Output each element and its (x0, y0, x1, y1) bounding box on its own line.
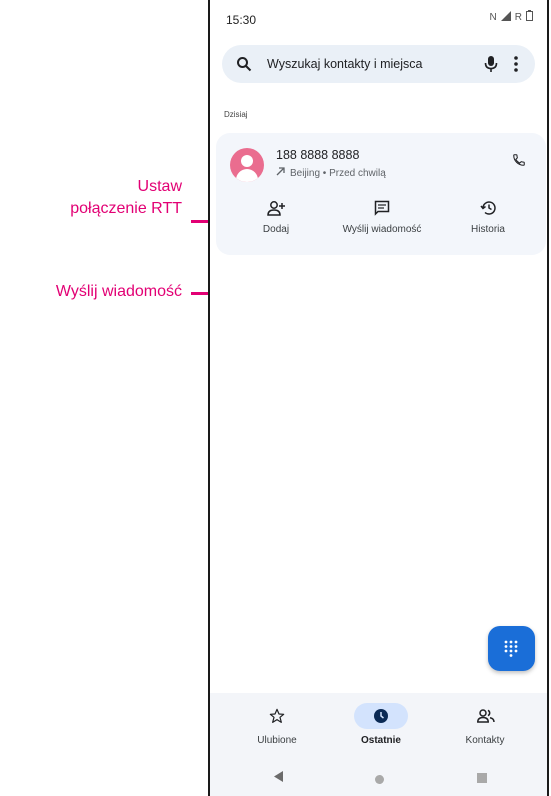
nav-contacts[interactable]: Kontakty (430, 703, 540, 746)
battery-icon (526, 10, 533, 24)
call-detail-text: Beijing • Przed chwilą (290, 167, 386, 179)
nav-favorites-label: Ulubione (257, 735, 297, 746)
outgoing-call-icon (276, 167, 285, 179)
annotation-rtt: Ustaw połączenie RTT (20, 176, 182, 220)
search-bar[interactable]: Wyszukaj kontakty i miejsca (222, 45, 535, 83)
nav-recents-pill (354, 703, 408, 729)
avatar[interactable] (230, 148, 264, 182)
nav-contacts-label: Kontakty (465, 735, 505, 746)
back-icon[interactable] (274, 769, 284, 787)
dialpad-button[interactable] (488, 626, 535, 671)
more-options-icon[interactable] (513, 55, 519, 78)
history-label: Historia (471, 224, 505, 235)
nfc-icon: N (489, 11, 497, 23)
section-header-today: Dzisiaj (224, 110, 248, 119)
add-contact-icon (226, 200, 326, 216)
roaming-icon: R (514, 11, 522, 23)
history-icon (438, 200, 538, 216)
annotation-rtt-line1: Ustaw (137, 178, 182, 195)
system-navigation-bar (210, 764, 547, 786)
call-icon[interactable] (512, 153, 526, 172)
status-icons: N R (490, 10, 533, 24)
call-detail: Beijing • Przed chwilą (276, 167, 386, 179)
annotation-rtt-line2: połączenie RTT (70, 200, 182, 217)
nav-contacts-pill (458, 703, 512, 729)
signal-icon (500, 10, 511, 24)
call-number: 188 8888 8888 (276, 148, 360, 162)
send-message-button[interactable]: Wyślij wiadomość (332, 200, 432, 235)
recents-icon[interactable] (477, 770, 487, 788)
history-button[interactable]: Historia (438, 200, 538, 235)
nav-favorites-pill (250, 703, 304, 729)
status-time: 15:30 (226, 13, 257, 27)
home-icon[interactable] (375, 771, 384, 789)
annotation-message: Wyślij wiadomość (55, 283, 182, 300)
status-bar: 15:30 N R (210, 0, 547, 34)
search-icon (236, 56, 252, 77)
add-contact-button[interactable]: Dodaj (226, 200, 326, 235)
nav-recents-label: Ostatnie (360, 735, 401, 746)
call-log-card[interactable]: 188 8888 8888 Beijing • Przed chwilą Dod… (216, 133, 546, 255)
message-icon (332, 200, 432, 216)
avatar-body (236, 169, 258, 182)
nav-favorites[interactable]: Ulubione (222, 703, 332, 746)
nav-recents[interactable]: Ostatnie (326, 703, 436, 746)
search-input[interactable]: Wyszukaj kontakty i miejsca (267, 57, 423, 71)
send-message-label: Wyślij wiadomość (342, 224, 422, 235)
avatar-head (241, 155, 253, 167)
phone-screen: 15:30 N R Wyszukaj kontakty i miejsca Dz… (208, 0, 549, 796)
add-contact-label: Dodaj (262, 224, 290, 235)
mic-icon[interactable] (484, 55, 498, 78)
